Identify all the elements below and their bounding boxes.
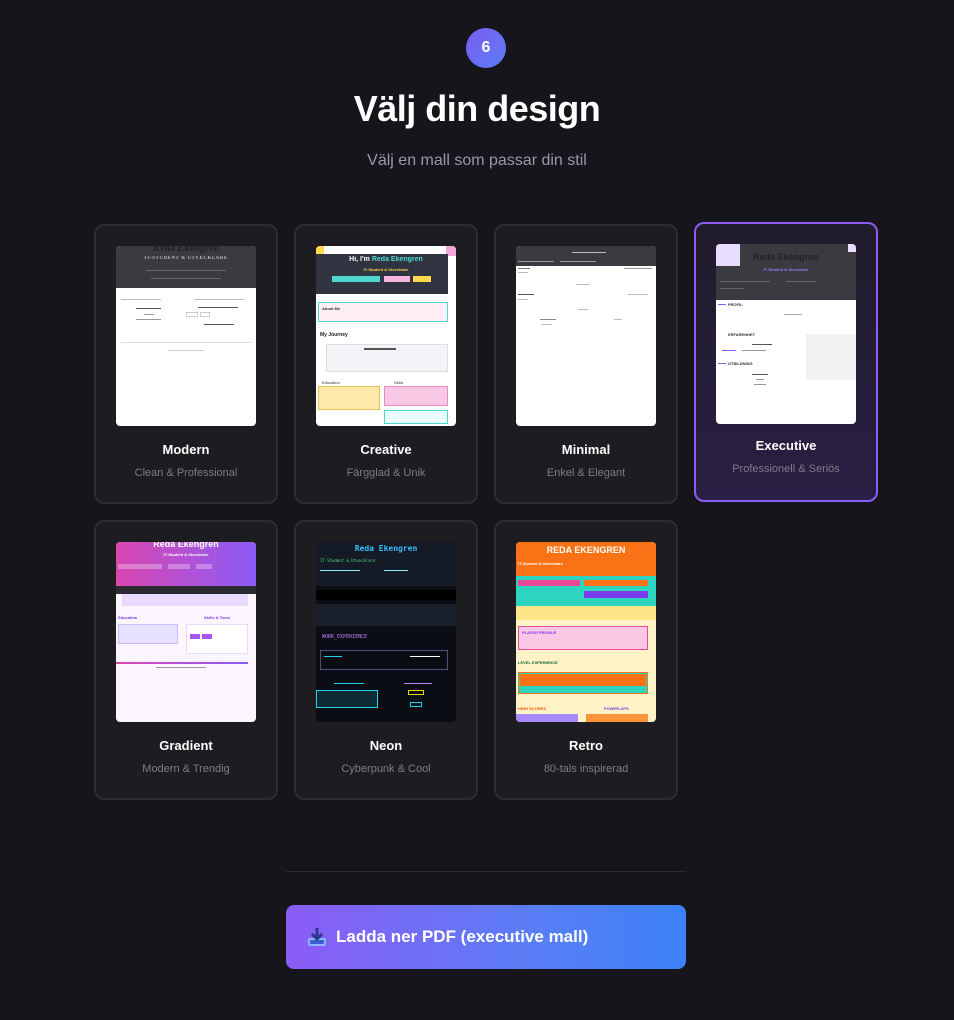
template-name: Neon [369,738,403,753]
template-name: Creative [360,442,412,457]
preview-section-journey: My Journey [320,332,348,338]
step-number-badge: 6 [466,28,506,68]
download-pdf-button[interactable]: Ladda ner PDF (executive mall) [286,905,686,969]
template-preview-retro: REDA EKENGREN IT-Student & Utvecklare PL… [516,542,656,722]
template-description: Cyberpunk & Cool [341,763,431,775]
preview-name: Reda Ekengren [371,256,423,263]
template-preview-neon: Reda Ekengren IT-Student & Utvecklare WO… [316,542,456,722]
template-description: Enkel & Elegant [546,467,626,479]
template-name: Gradient [159,738,213,753]
template-preview-minimal [516,246,656,426]
preview-greeting: Hi, I'm [349,256,370,263]
template-card-retro[interactable]: REDA EKENGREN IT-Student & Utvecklare PL… [494,520,678,800]
preview-title: IT-Student & Utvecklare [518,561,563,566]
preview-section-education: UTBILDNING [728,361,753,366]
preview-name: Reda Ekengren [354,544,418,553]
preview-section-scores: HIGH SCORES [518,706,547,711]
template-preview-modern: Reda Ekengren IT-STUDENT & UTVECKLARE [116,246,256,426]
template-description: 80-tals inspirerad [543,763,629,775]
preview-section-education: Education [118,615,138,620]
preview-section-skills: Skills [394,380,404,385]
template-description: Clean & Professional [134,467,238,479]
preview-section-education: Education [322,380,340,385]
template-name: Minimal [561,442,611,457]
page-title: Välj din design [353,88,601,129]
download-tray-icon [306,926,328,948]
template-card-creative[interactable]: Hi, I'm Reda Ekengren IT-Student & Utvec… [294,224,478,504]
preview-name: Reda Ekengren [152,246,220,254]
template-description: Modern & Trendig [142,763,230,775]
section-divider [286,871,686,872]
preview-title: IT-Student & Utvecklare [320,558,376,563]
template-preview-creative: Hi, I'm Reda Ekengren IT-Student & Utvec… [316,246,456,426]
template-card-modern[interactable]: Reda Ekengren IT-STUDENT & UTVECKLARE Mo… [94,224,278,504]
template-name: Modern [162,442,210,457]
page-subtitle: Välj en mall som passar din stil [367,152,587,169]
preview-name: Reda Ekengren [753,252,819,262]
preview-section-experience: ERFARENHET [728,332,756,337]
template-card-executive[interactable]: Reda Ekengren IT-Student & Utvecklare PR… [694,222,878,502]
preview-section-profile: PROFIL [728,302,743,307]
preview-name: Reda Ekengren [153,542,219,549]
template-name: Retro [569,738,603,753]
download-pdf-label: Ladda ner PDF (executive mall) [336,927,589,946]
preview-section-work: WORK_EXPERIENCE [322,634,368,640]
template-preview-gradient: Reda Ekengren IT-Student & Utvecklare Ed… [116,542,256,722]
template-card-gradient[interactable]: Reda Ekengren IT-Student & Utvecklare Ed… [94,520,278,800]
preview-section-about: About Me [322,306,341,311]
preview-title: IT-STUDENT & UTVECKLARE [144,256,228,261]
template-card-neon[interactable]: Reda Ekengren IT-Student & Utvecklare WO… [294,520,478,800]
preview-section-powerups: POWER-UPS [604,706,629,711]
template-preview-executive: Reda Ekengren IT-Student & Utvecklare PR… [716,244,856,424]
template-description: Färgglad & Unik [346,467,426,479]
preview-name: REDA EKENGREN [546,545,626,555]
template-card-minimal[interactable]: Minimal Enkel & Elegant [494,224,678,504]
preview-section-profile: PLAYER PROFILE [522,630,557,635]
preview-title: IT-Student & Utvecklare [163,552,209,557]
template-description: Professionell & Seriös [732,463,840,475]
template-name: Executive [755,438,817,453]
preview-section-skills: Skills & Tools [204,615,230,620]
preview-section-level: LEVEL EXPERIENCE [518,660,558,665]
preview-title: IT-Student & Utvecklare [763,267,809,272]
preview-title: IT-Student & Utvecklare [363,267,409,272]
